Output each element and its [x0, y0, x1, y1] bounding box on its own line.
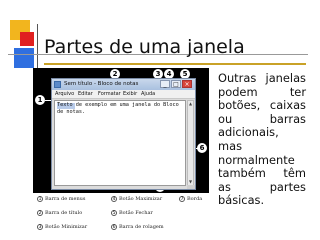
legend-label-3: Botão Minimizar	[45, 224, 88, 230]
menu-item-exibir[interactable]: Exibir	[123, 90, 137, 99]
legend-num-3: 3	[37, 224, 43, 230]
window-border-grip[interactable]	[187, 185, 195, 189]
legend-num-1: 1	[37, 196, 43, 202]
legend-num-4: 4	[111, 196, 117, 202]
decor-square-blue	[14, 48, 34, 68]
vertical-scrollbar[interactable]: ▲ ▼	[187, 100, 194, 186]
legend-label-4: Botão Maximizar	[119, 196, 163, 202]
title-underline	[44, 63, 306, 65]
marker-6: 6	[197, 143, 207, 153]
notepad-icon	[54, 81, 61, 88]
maximize-button[interactable]: □	[171, 80, 181, 88]
slide-body-text: Outras janelas podem ter botões, caixas …	[218, 71, 306, 208]
legend-num-7: 7	[179, 196, 185, 202]
legend-label-2: Barra de título	[45, 210, 83, 216]
menu-item-arquivo[interactable]: Arquivo	[55, 90, 74, 99]
legend-num-2: 2	[37, 210, 43, 216]
slide-title: Partes de uma janela	[44, 36, 245, 58]
text-edit-area[interactable]: Texto de exemplo em uma janela do Bloco …	[54, 100, 186, 186]
legend-num-6: 6	[111, 224, 117, 230]
decor-square-red	[20, 32, 34, 46]
window-title: Sem título - Bloco de notas	[64, 81, 139, 87]
menu-bar: Arquivo Editar Formatar Exibir Ajuda	[52, 90, 195, 99]
legend: 1 Barra de menus 2 Barra de título 3 Bot…	[33, 193, 209, 236]
window-parts-figure: 2 3 4 5 1 6 7 Sem título - Bloco de nota…	[33, 68, 209, 236]
menu-item-ajuda[interactable]: Ajuda	[141, 90, 155, 99]
marker-1: 1	[35, 95, 45, 105]
legend-label-7: Borda	[187, 196, 203, 202]
scroll-up-icon[interactable]: ▲	[188, 101, 193, 107]
window-title-bar: Sem título - Bloco de notas _ □ ×	[52, 79, 195, 90]
menu-item-formatar[interactable]: Formatar	[98, 90, 121, 99]
legend-num-5: 5	[111, 210, 117, 216]
legend-label-5: Botão Fechar	[119, 210, 153, 216]
close-button[interactable]: ×	[182, 80, 192, 88]
legend-label-6: Barra de rolagem	[119, 224, 164, 230]
menu-item-editar[interactable]: Editar	[78, 90, 93, 99]
minimize-button[interactable]: _	[160, 80, 170, 88]
document-text: Texto de exemplo em uma janela do Bloco …	[57, 102, 179, 115]
legend-label-1: Barra de menus	[45, 196, 86, 202]
notepad-window: Sem título - Bloco de notas _ □ × Arquiv…	[51, 78, 196, 190]
